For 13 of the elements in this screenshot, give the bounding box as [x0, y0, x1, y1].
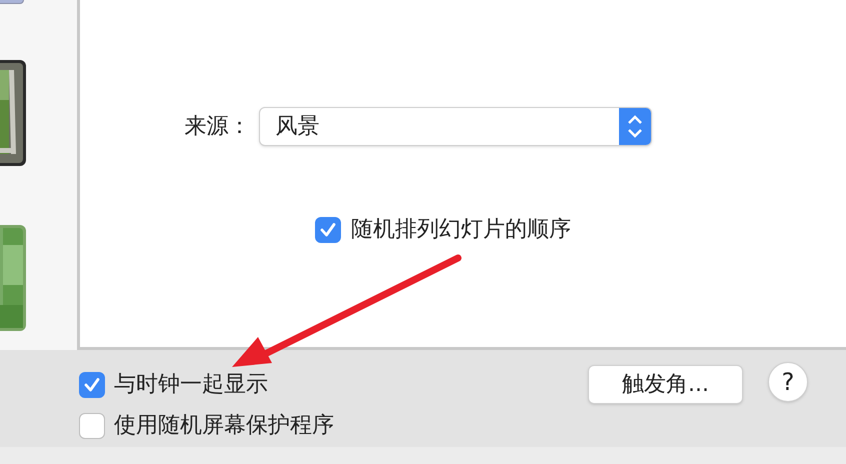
checkbox-label: 使用随机屏幕保护程序 [114, 412, 334, 440]
checkbox[interactable] [79, 413, 105, 439]
source-popup[interactable]: 风景 [258, 107, 652, 146]
source-label: 来源： [184, 113, 250, 141]
check-icon [83, 376, 101, 394]
stepper-icon [618, 108, 650, 145]
checkbox[interactable] [79, 372, 105, 398]
checkbox-label: 与时钟一起显示 [114, 371, 268, 399]
help-button[interactable]: ? [768, 362, 808, 402]
checkbox[interactable] [315, 216, 341, 242]
hot-corners-button[interactable]: 触发角... [588, 365, 743, 404]
checkbox-label: 随机排列幻灯片的顺序 [351, 216, 571, 244]
check-icon [319, 220, 337, 238]
